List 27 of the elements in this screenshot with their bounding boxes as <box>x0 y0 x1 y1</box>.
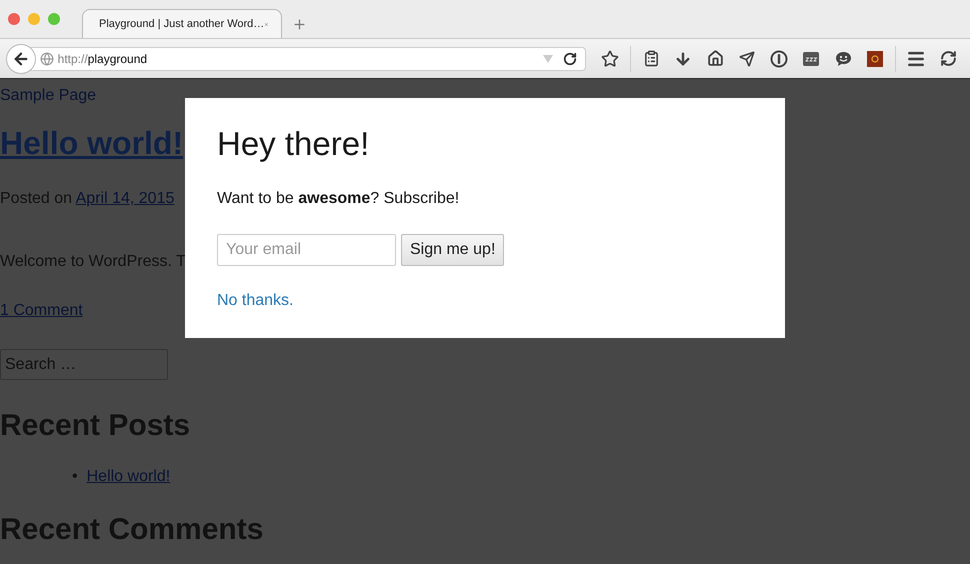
email-field[interactable]: Your email <box>217 234 396 266</box>
bullet: • <box>72 467 78 487</box>
sync-icon[interactable] <box>940 50 956 67</box>
bookmark-star-icon[interactable] <box>601 50 619 68</box>
address-field[interactable]: http://playground <box>30 46 586 70</box>
browser-tab[interactable]: Playground | Just another Word… <box>82 9 282 38</box>
chat-face-icon[interactable] <box>834 50 852 66</box>
no-thanks-link[interactable]: No thanks. <box>217 292 294 310</box>
keyhole-circle-icon[interactable] <box>770 50 788 68</box>
close-window-button[interactable] <box>8 13 20 25</box>
globe-icon <box>40 52 54 66</box>
reload-icon[interactable] <box>563 52 577 66</box>
comments-link[interactable]: 1 Comment <box>0 302 83 319</box>
sign-up-button[interactable]: Sign me up! <box>401 234 504 266</box>
home-icon[interactable] <box>706 50 724 67</box>
modal-message: Want to be awesome? Subscribe! <box>217 190 460 208</box>
reading-list-icon[interactable] <box>642 50 660 67</box>
recent-post-link[interactable]: Hello world! <box>86 467 170 487</box>
post-date-link[interactable]: April 14, 2015 <box>76 190 174 207</box>
extension-icon[interactable] <box>867 50 883 66</box>
back-button[interactable] <box>6 44 36 74</box>
new-tab-icon[interactable] <box>292 17 307 32</box>
modal-title: Hey there! <box>217 124 370 164</box>
paper-plane-icon[interactable] <box>739 50 755 66</box>
sleep-icon[interactable] <box>803 52 819 66</box>
post-title-link[interactable]: Hello world! <box>0 124 184 162</box>
download-icon[interactable] <box>674 50 692 68</box>
